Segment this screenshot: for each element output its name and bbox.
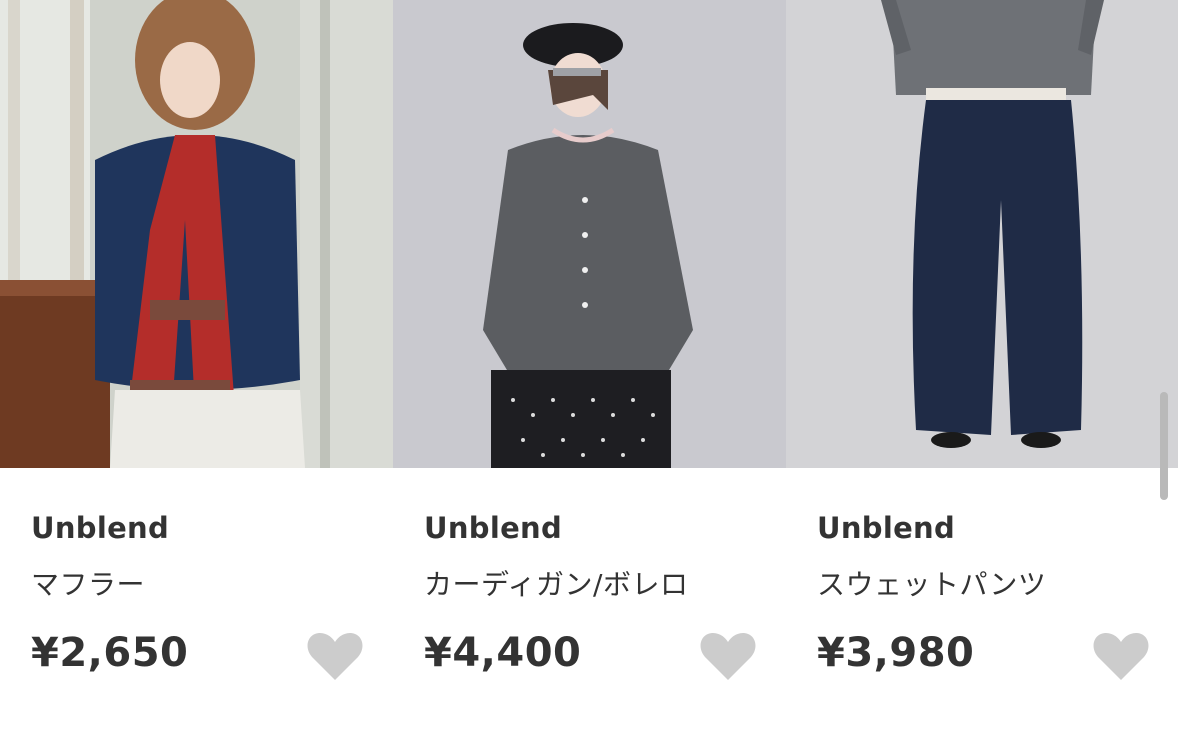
favorite-button[interactable] — [699, 630, 757, 682]
product-image[interactable] — [0, 0, 393, 468]
product-card-scarf[interactable]: Unblend マフラー ¥2,650 — [0, 0, 393, 736]
product-card-pants[interactable]: Unblend スウェットパンツ ¥3,980 — [786, 0, 1178, 736]
brand-name: Unblend — [817, 511, 956, 545]
product-name[interactable]: マフラー — [31, 563, 145, 603]
product-image[interactable] — [393, 0, 786, 468]
heart-icon — [307, 632, 363, 680]
product-card-cardigan[interactable]: Unblend カーディガン/ボレロ ¥4,400 — [393, 0, 786, 736]
favorite-button[interactable] — [1092, 630, 1150, 682]
product-name[interactable]: カーディガン/ボレロ — [424, 563, 688, 603]
product-image[interactable] — [786, 0, 1178, 468]
product-grid: Unblend マフラー ¥2,650 Unblend カーディガン/ボレロ ¥… — [0, 0, 1178, 736]
favorite-button[interactable] — [306, 630, 364, 682]
brand-name: Unblend — [31, 511, 170, 545]
product-price: ¥2,650 — [31, 630, 189, 676]
brand-name: Unblend — [424, 511, 563, 545]
model-photo-pants-icon — [786, 0, 1178, 468]
product-price: ¥3,980 — [817, 630, 975, 676]
heart-icon — [700, 632, 756, 680]
model-photo-cardigan-icon — [393, 0, 786, 468]
product-name[interactable]: スウェットパンツ — [817, 563, 1046, 603]
model-photo-scarf-icon — [0, 0, 393, 468]
product-price: ¥4,400 — [424, 630, 582, 676]
heart-icon — [1093, 632, 1149, 680]
vertical-scrollbar[interactable] — [1160, 392, 1168, 500]
